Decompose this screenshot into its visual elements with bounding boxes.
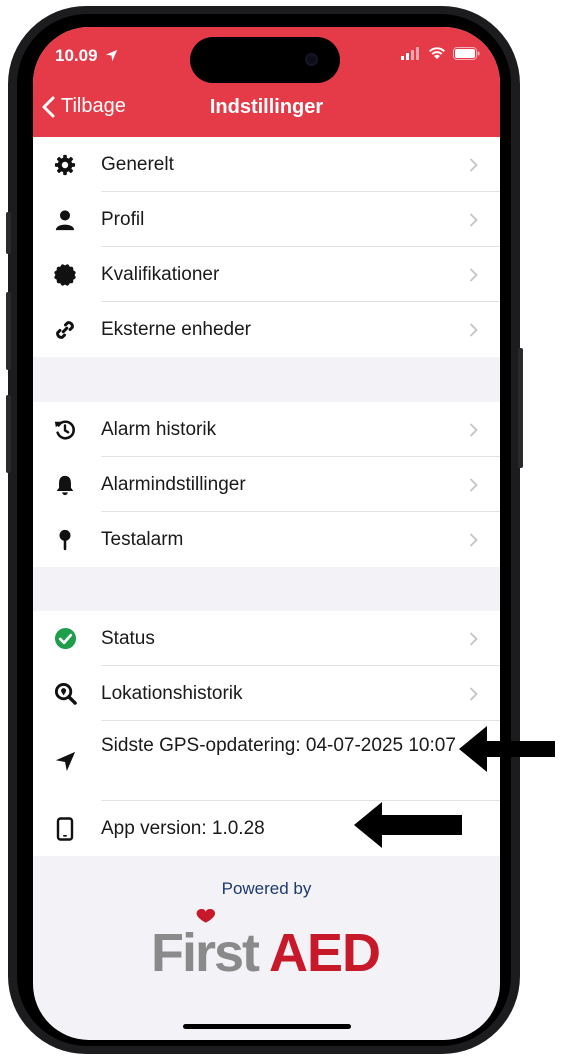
chevron-right-icon (469, 212, 478, 227)
wifi-icon (429, 47, 445, 59)
svg-text:First: First (151, 923, 260, 979)
chevron-right-icon (469, 322, 478, 337)
header-bar: 10.09 Tilbage Indstillinger (33, 27, 500, 137)
volume-down-button (6, 395, 11, 473)
settings-item-alarmindstillinger[interactable]: Alarmindstillinger (33, 457, 500, 512)
chevron-right-icon (469, 477, 478, 492)
settings-item-label: Lokationshistorik (101, 682, 243, 704)
status-icons (401, 46, 480, 60)
dynamic-island (190, 37, 340, 83)
battery-icon (453, 46, 480, 60)
location-arrow-icon (51, 747, 79, 775)
phone-icon (51, 815, 79, 843)
annotation-arrow-gps (459, 726, 555, 772)
power-button (518, 348, 523, 468)
app-screen: 10.09 Tilbage Indstillinger Generelt Pro… (33, 27, 500, 1040)
pin-icon (51, 526, 79, 554)
chevron-right-icon (469, 686, 478, 701)
link-icon (51, 316, 79, 344)
settings-group-alarm: Alarm historik Alarmindstillinger Testal… (33, 402, 500, 567)
search-location-icon (51, 680, 79, 708)
location-arrow-icon (106, 49, 118, 62)
home-indicator (183, 1024, 351, 1029)
chevron-right-icon (469, 157, 478, 172)
settings-item-label: Testalarm (101, 528, 184, 550)
settings-item-label: Status (101, 627, 155, 649)
svg-text:AED: AED (269, 923, 380, 979)
settings-item-label: Profil (101, 208, 145, 230)
chevron-right-icon (469, 267, 478, 282)
chevron-right-icon (469, 532, 478, 547)
settings-item-profil[interactable]: Profil (33, 192, 500, 247)
chevron-right-icon (469, 631, 478, 646)
badge-icon (51, 261, 79, 289)
signal-icon (401, 46, 419, 60)
first-aed-logo: First AED (151, 909, 381, 979)
gear-icon (51, 151, 79, 179)
annotation-arrow-version (354, 802, 462, 848)
settings-item-label: Generelt (101, 153, 174, 175)
status-time: 10.09 (55, 46, 118, 66)
app-version-label: App version: 1.0.28 (101, 817, 265, 839)
page-title: Indstillinger (209, 96, 324, 118)
settings-item-label: Kvalifikationer (101, 263, 220, 285)
check-circle-icon (51, 625, 79, 653)
settings-item-generelt[interactable]: Generelt (33, 137, 500, 192)
bell-icon (51, 471, 79, 499)
chevron-right-icon (469, 422, 478, 437)
gps-update-info: Sidste GPS-opdatering: 04-07-2025 10:07 (33, 721, 500, 801)
settings-item-label: Alarm historik (101, 418, 217, 440)
history-icon (51, 416, 79, 444)
volume-up-button (6, 292, 11, 370)
camera-icon (305, 53, 318, 66)
settings-item-label: Alarmindstillinger (101, 473, 246, 495)
settings-item-eksterne-enheder[interactable]: Eksterne enheder (33, 302, 500, 357)
settings-group-account: Generelt Profil Kvalifikationer Eksterne… (33, 137, 500, 357)
action-button (6, 212, 11, 254)
settings-item-status[interactable]: Status (33, 611, 500, 666)
settings-item-alarm-historik[interactable]: Alarm historik (33, 402, 500, 457)
settings-item-lokationshistorik[interactable]: Lokationshistorik (33, 666, 500, 721)
gps-update-label: Sidste GPS-opdatering: 04-07-2025 10:07 (101, 735, 456, 756)
powered-by-text: Powered by (221, 879, 312, 898)
settings-item-kvalifikationer[interactable]: Kvalifikationer (33, 247, 500, 302)
person-icon (51, 206, 79, 234)
settings-item-label: Eksterne enheder (101, 318, 251, 340)
settings-item-testalarm[interactable]: Testalarm (33, 512, 500, 567)
